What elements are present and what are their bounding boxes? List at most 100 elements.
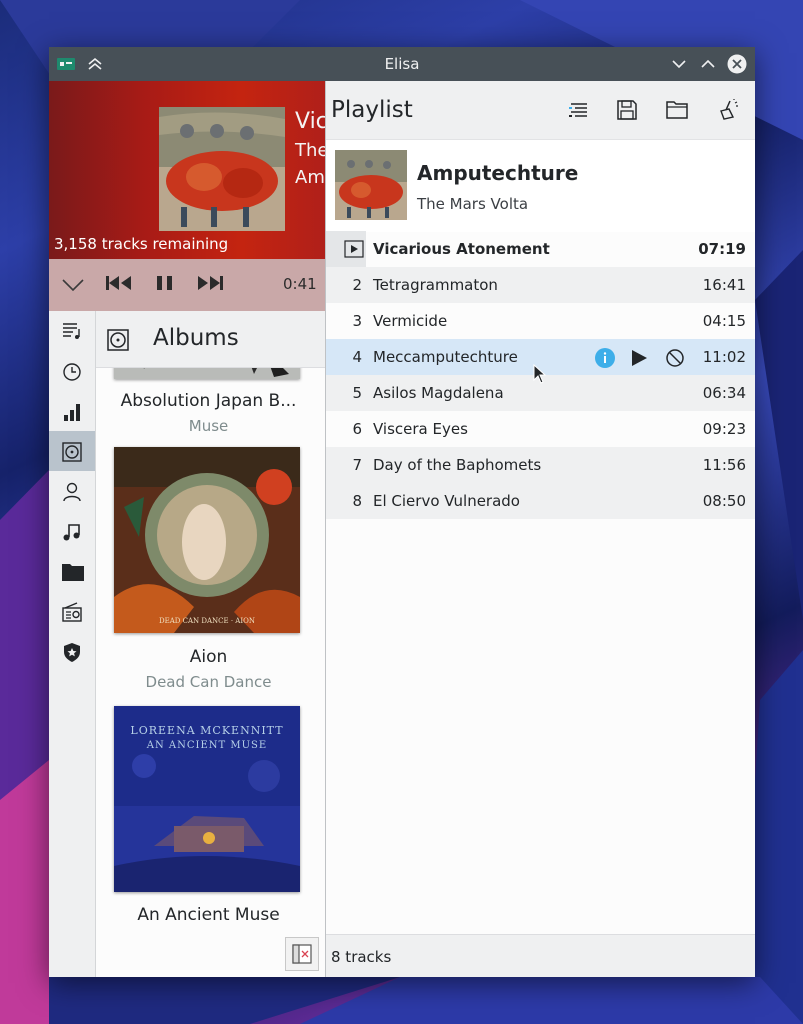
album-title[interactable]: Aion <box>96 647 321 667</box>
current-album-cover[interactable] <box>335 150 407 220</box>
track-title: Asilos Magdalena <box>373 384 504 402</box>
nav-favorites[interactable] <box>49 631 95 671</box>
play-now-icon[interactable] <box>630 349 648 367</box>
album-title[interactable]: An Ancient Muse <box>96 905 321 925</box>
track-title: Meccamputechture <box>373 348 518 366</box>
tracks-remaining: 3,158 tracks remaining <box>54 235 229 253</box>
album-cover-aion[interactable]: DEAD CAN DANCE · AION <box>114 447 300 633</box>
nav-files[interactable] <box>49 551 95 591</box>
track-number: 7 <box>352 456 362 474</box>
play-indicator-icon <box>344 240 364 258</box>
track-duration: 04:15 <box>702 312 746 330</box>
track-number: 8 <box>352 492 362 510</box>
elapsed-time: 0:41 <box>283 275 317 293</box>
collapse-header-icon[interactable] <box>61 277 85 297</box>
album-title[interactable]: Absolution Japan B... <box>96 391 321 411</box>
mouse-cursor-icon <box>533 364 547 384</box>
album-cover-text: DEAD CAN DANCE · AION <box>159 617 255 625</box>
playlist-track-row[interactable]: 6 Viscera Eyes 09:23 <box>326 411 755 447</box>
track-number: 2 <box>352 276 362 294</box>
save-playlist-icon[interactable] <box>615 98 641 122</box>
nav-tracks[interactable] <box>49 511 95 551</box>
track-title: El Ciervo Vulnerado <box>373 492 520 510</box>
track-duration: 11:02 <box>702 348 746 366</box>
playlist-track-row[interactable]: Vicarious Atonement 07:19 <box>326 231 755 267</box>
header-track-album: Am <box>295 167 325 188</box>
elisa-window: Elisa Vic The Am 3,158 tracks remaining … <box>49 47 755 977</box>
close-icon[interactable] <box>727 54 747 74</box>
clear-playlist-icon[interactable] <box>716 98 742 122</box>
albums-view: Absolution Japan B... Muse DEAD CAN DANC… <box>96 311 325 977</box>
track-title: Vicarious Atonement <box>373 240 550 258</box>
current-album-artist: The Mars Volta <box>417 195 529 213</box>
track-duration: 07:19 <box>698 240 746 258</box>
favorite-shield-icon <box>64 643 80 662</box>
album-cover-text: AN ANCIENT MUSE <box>146 740 268 751</box>
music-note-icon <box>63 524 80 541</box>
track-number: 4 <box>352 348 362 366</box>
track-number: 6 <box>352 420 362 438</box>
clock-icon <box>63 363 81 381</box>
header-track-info: Vic The Am <box>295 109 325 188</box>
current-album-title: Amputechture <box>417 161 579 185</box>
album-artist[interactable]: Muse <box>96 417 321 435</box>
view-navigation <box>49 311 96 977</box>
pause-icon[interactable] <box>155 273 175 297</box>
panel-close-icon <box>292 944 312 964</box>
previous-track-icon[interactable] <box>105 273 133 297</box>
track-duration: 06:34 <box>702 384 746 402</box>
album-artist[interactable]: Dead Can Dance <box>96 673 321 691</box>
track-title: Vermicide <box>373 312 448 330</box>
nav-recently-played[interactable] <box>49 351 95 391</box>
title-bar[interactable]: Elisa <box>49 47 755 81</box>
track-duration: 09:23 <box>702 420 746 438</box>
window-title: Elisa <box>384 55 420 73</box>
nav-albums[interactable] <box>49 431 95 471</box>
album-cover-ancient-muse[interactable]: LOREENA MCKENNITT AN ANCIENT MUSE <box>114 706 300 892</box>
playlist-panel: Playlist Amputechture The Mars Volta Vic… <box>325 81 755 977</box>
playlist-track-row[interactable]: 7 Day of the Baphomets 11:56 <box>326 447 755 483</box>
playback-controls: 0:41 <box>49 259 325 311</box>
track-duration: 11:56 <box>702 456 746 474</box>
show-current-track-icon[interactable] <box>567 98 593 122</box>
remove-track-icon[interactable] <box>665 348 685 368</box>
playlist-footer: 8 tracks <box>326 934 755 977</box>
restore-playlist-button[interactable] <box>285 937 319 971</box>
next-track-icon[interactable] <box>196 273 224 297</box>
minimize-icon[interactable] <box>669 54 689 74</box>
track-title: Viscera Eyes <box>373 420 468 438</box>
folder-icon <box>62 564 84 581</box>
bar-chart-icon <box>64 404 80 421</box>
radio-icon <box>62 602 82 622</box>
album-icon <box>62 442 82 462</box>
header-track-title: Vic <box>295 109 325 134</box>
track-title: Day of the Baphomets <box>373 456 542 474</box>
now-playing-cover[interactable] <box>159 107 285 231</box>
load-playlist-icon[interactable] <box>665 98 691 122</box>
album-cover-text: LOREENA MCKENNITT <box>130 724 284 737</box>
left-pane: Vic The Am 3,158 tracks remaining 0:41 A… <box>49 81 325 977</box>
track-title: Tetragrammaton <box>373 276 498 294</box>
track-number: 3 <box>352 312 362 330</box>
nav-frequently-played[interactable] <box>49 391 95 431</box>
playlist-toolbar: Playlist <box>326 81 755 139</box>
person-icon <box>63 482 81 502</box>
track-number: 5 <box>352 384 362 402</box>
albums-toolbar: Albums <box>96 311 325 368</box>
track-duration: 16:41 <box>702 276 746 294</box>
playlist-track-row[interactable]: 8 El Ciervo Vulnerado 08:50 <box>326 483 755 519</box>
playlist-title: Playlist <box>331 97 413 123</box>
albums-title: Albums <box>153 325 239 351</box>
nav-radios[interactable] <box>49 591 95 631</box>
track-row-actions <box>594 347 694 369</box>
current-album-card: Amputechture The Mars Volta <box>326 139 755 232</box>
playlist-icon <box>63 323 80 339</box>
track-duration: 08:50 <box>702 492 746 510</box>
maximize-icon[interactable] <box>698 54 718 74</box>
now-playing-header: Vic The Am 3,158 tracks remaining <box>49 81 325 259</box>
nav-artists[interactable] <box>49 471 95 511</box>
playlist-track-row[interactable]: 3 Vermicide 04:15 <box>326 303 755 339</box>
playlist-track-row[interactable]: 2 Tetragrammaton 16:41 <box>326 267 755 303</box>
info-icon[interactable] <box>594 347 616 369</box>
nav-playlist[interactable] <box>49 311 95 351</box>
